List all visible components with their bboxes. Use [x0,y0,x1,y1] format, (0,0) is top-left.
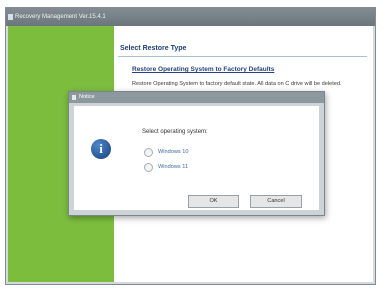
radio-label-windows-11[interactable]: Windows 11 [158,164,188,170]
cancel-button[interactable]: Cancel [250,195,302,208]
radio-windows-11[interactable] [144,163,153,172]
section-title: Select Restore Type [120,45,187,52]
radio-label-windows-10[interactable]: Windows 10 [158,149,188,155]
window-titlebar[interactable]: Recovery Management Ver.15.4.1 [6,8,375,26]
dialog-title: Notice [79,94,95,100]
restore-option-description: Restore Operating System to factory defa… [132,81,342,87]
ok-button[interactable]: OK [188,195,239,208]
radio-windows-10[interactable] [144,148,153,157]
restore-option-link[interactable]: Restore Operating System to Factory Defa… [132,66,274,73]
dialog-titlebar[interactable]: Notice [69,92,324,103]
dialog-body: i Select operating system: Windows 10 Wi… [74,106,319,210]
notice-dialog: Notice i Select operating system: Window… [68,91,325,216]
app-icon [8,14,13,20]
os-prompt: Select operating system: [142,129,208,135]
window-title: Recovery Management Ver.15.4.1 [15,14,106,20]
title-divider [118,56,367,57]
info-icon: i [91,139,111,159]
dialog-app-icon [72,95,76,100]
